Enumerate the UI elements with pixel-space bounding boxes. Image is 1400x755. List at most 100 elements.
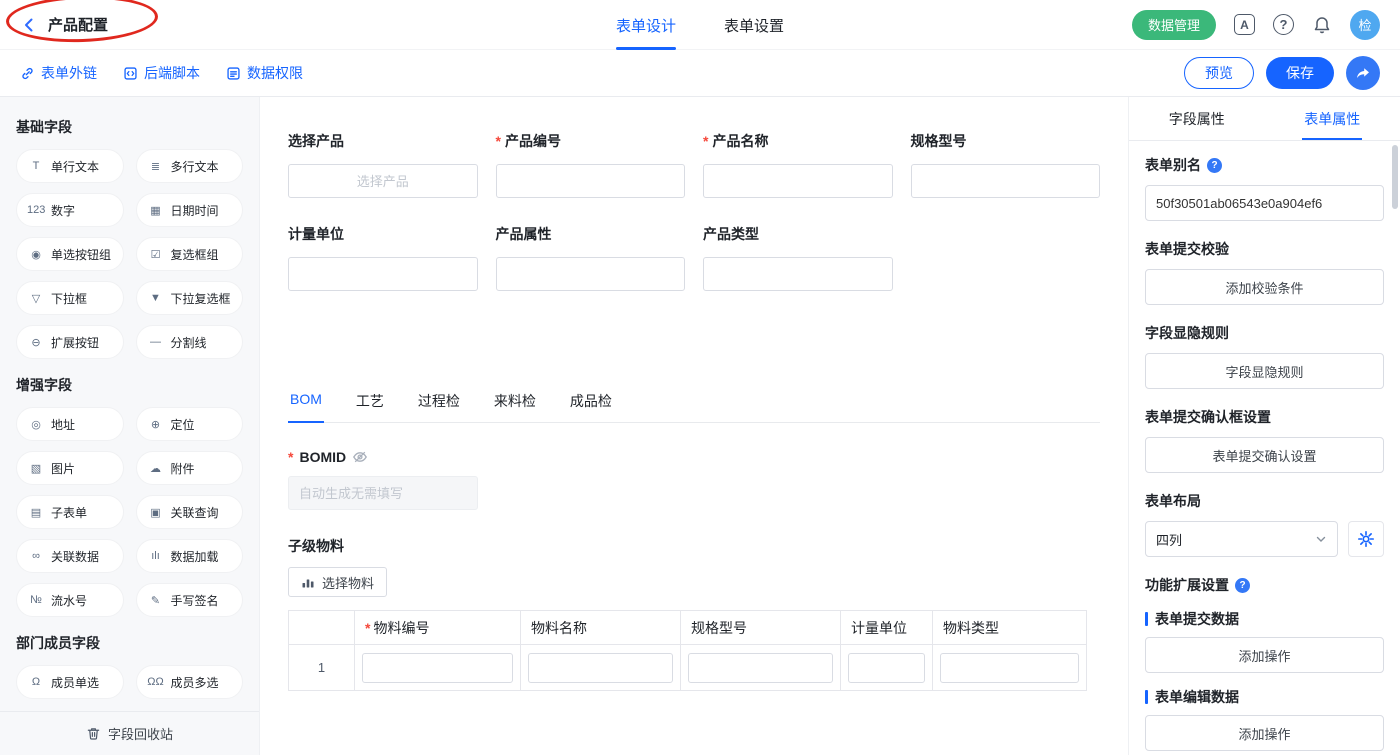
back-chevron-icon[interactable] — [20, 16, 38, 34]
data-permission-label: 数据权限 — [247, 63, 303, 83]
bar-chart-icon — [301, 575, 315, 589]
extension-help-icon[interactable]: ? — [1235, 578, 1250, 593]
unit-input[interactable] — [288, 257, 478, 291]
detail-tabs: BOM 工艺 过程检 来料检 成品检 — [288, 391, 1100, 423]
sidebar-item-address[interactable]: ◎地址 — [16, 407, 124, 441]
share-button[interactable] — [1346, 56, 1380, 90]
product-attribute-input[interactable] — [496, 257, 686, 291]
alias-help-icon[interactable]: ? — [1207, 158, 1222, 173]
tab-form-design[interactable]: 表单设计 — [616, 0, 676, 50]
tab-form-settings[interactable]: 表单设置 — [724, 0, 784, 50]
form-layout-heading: 表单布局 — [1145, 491, 1384, 511]
tab-finished-inspection[interactable]: 成品检 — [568, 391, 614, 422]
divider-icon: — — [147, 336, 165, 348]
accent-bar — [1145, 690, 1148, 704]
subform-icon: ▤ — [27, 506, 45, 519]
form-canvas: 选择产品 *产品编号 *产品名称 规格型号 计量单位 产品属性 — [260, 97, 1128, 755]
select-material-button[interactable]: 选择物料 — [288, 567, 387, 597]
image-icon: ▧ — [27, 462, 45, 475]
language-translate-icon[interactable]: A — [1234, 14, 1255, 35]
share-arrow-icon — [1355, 65, 1371, 81]
sidebar-item-member-single[interactable]: Ω成员单选 — [16, 665, 124, 699]
notification-bell-icon[interactable] — [1312, 15, 1332, 35]
form-alias-input[interactable] — [1145, 185, 1384, 221]
sidebar-item-image[interactable]: ▧图片 — [16, 451, 124, 485]
spec-model-input[interactable] — [911, 164, 1101, 198]
material-name-input[interactable] — [528, 653, 673, 683]
help-icon[interactable]: ? — [1273, 14, 1294, 35]
sidebar-item-location[interactable]: ⊕定位 — [136, 407, 244, 441]
sidebar-item-member-multi[interactable]: ΩΩ成员多选 — [136, 665, 244, 699]
layout-select[interactable]: 四列 — [1145, 521, 1338, 557]
select-product-input[interactable] — [288, 164, 478, 198]
relation-query-icon: ▣ — [147, 506, 165, 519]
relation-data-icon: ∞ — [27, 550, 45, 562]
col-unit: 计量单位 — [841, 611, 933, 645]
sidebar-item-data-load[interactable]: ılı数据加载 — [136, 539, 244, 573]
user-avatar[interactable]: 检 — [1350, 10, 1380, 40]
product-code-input[interactable] — [496, 164, 686, 198]
submit-confirm-heading: 表单提交确认框设置 — [1145, 407, 1384, 427]
tab-bom[interactable]: BOM — [288, 391, 324, 422]
row-index: 1 — [289, 645, 355, 691]
submit-confirm-settings-button[interactable]: 表单提交确认设置 — [1145, 437, 1384, 473]
tab-in-process-inspection[interactable]: 过程检 — [416, 391, 462, 422]
subtable-title: 子级物料 — [288, 536, 1100, 556]
material-spec-input[interactable] — [688, 653, 833, 683]
field-recycle-bin[interactable]: 字段回收站 — [0, 711, 259, 755]
sidebar-item-number[interactable]: 123数字 — [16, 193, 124, 227]
add-action-submit-button[interactable]: 添加操作 — [1145, 637, 1384, 673]
field-label: 产品属性 — [496, 224, 552, 244]
sidebar-item-multi-dropdown[interactable]: ▼下拉复选框 — [136, 281, 244, 315]
product-name-input[interactable] — [703, 164, 893, 198]
field-label: 计量单位 — [288, 224, 344, 244]
save-button[interactable]: 保存 — [1266, 57, 1334, 89]
toolbar-links: 表单外链 后端脚本 数据权限 — [20, 63, 303, 83]
material-type-input[interactable] — [940, 653, 1079, 683]
add-validation-condition-button[interactable]: 添加校验条件 — [1145, 269, 1384, 305]
bomid-input[interactable] — [288, 476, 478, 510]
toolbar-actions: 预览 保存 — [1184, 56, 1380, 90]
material-code-input[interactable] — [362, 653, 513, 683]
trash-icon — [86, 726, 101, 741]
tab-incoming-inspection[interactable]: 来料检 — [492, 391, 538, 422]
sidebar-item-single-line-text[interactable]: T单行文本 — [16, 149, 124, 183]
member-fields-grid: Ω成员单选 ΩΩ成员多选 — [16, 665, 243, 699]
product-type-input[interactable] — [703, 257, 893, 291]
tab-form-properties[interactable]: 表单属性 — [1265, 97, 1400, 140]
radio-icon: ◉ — [27, 248, 45, 261]
sidebar-item-dropdown[interactable]: ▽下拉框 — [16, 281, 124, 315]
material-unit-input[interactable] — [848, 653, 925, 683]
form-field-unit: 计量单位 — [288, 224, 478, 291]
sidebar-item-signature[interactable]: ✎手写签名 — [136, 583, 244, 617]
field-visibility-rules-button[interactable]: 字段显隐规则 — [1145, 353, 1384, 389]
sidebar-item-relation-data[interactable]: ∞关联数据 — [16, 539, 124, 573]
sidebar-item-multi-line-text[interactable]: ≣多行文本 — [136, 149, 244, 183]
topbar-left: 产品配置 — [20, 14, 320, 35]
tab-process[interactable]: 工艺 — [354, 391, 386, 422]
layout-settings-button[interactable] — [1348, 521, 1384, 557]
enhanced-fields-grid: ◎地址 ⊕定位 ▧图片 ☁附件 ▤子表单 ▣关联查询 ∞关联数据 ılı数据加载… — [16, 407, 243, 617]
tab-field-properties[interactable]: 字段属性 — [1129, 97, 1265, 140]
help-question-glyph: ? — [1280, 17, 1288, 32]
checkbox-icon: ☑ — [147, 248, 165, 261]
form-external-link-button[interactable]: 表单外链 — [20, 63, 97, 83]
sidebar-item-radio-group[interactable]: ◉单选按钮组 — [16, 237, 124, 271]
data-management-button[interactable]: 数据管理 — [1132, 10, 1216, 40]
extension-settings-heading: 功能扩展设置 ? — [1145, 575, 1384, 595]
data-permission-button[interactable]: 数据权限 — [226, 63, 303, 83]
col-material-type: 物料类型 — [933, 611, 1087, 645]
sidebar-item-relation-query[interactable]: ▣关联查询 — [136, 495, 244, 529]
link-icon — [20, 66, 35, 81]
add-action-edit-button[interactable]: 添加操作 — [1145, 715, 1384, 751]
sidebar-item-serial-number[interactable]: №流水号 — [16, 583, 124, 617]
panel-scrollbar[interactable] — [1392, 145, 1398, 209]
sidebar-item-extend-button[interactable]: ⊖扩展按钮 — [16, 325, 124, 359]
sidebar-item-checkbox-group[interactable]: ☑复选框组 — [136, 237, 244, 271]
backend-script-button[interactable]: 后端脚本 — [123, 63, 200, 83]
preview-button[interactable]: 预览 — [1184, 57, 1254, 89]
sidebar-item-datetime[interactable]: ▦日期时间 — [136, 193, 244, 227]
sidebar-item-subform[interactable]: ▤子表单 — [16, 495, 124, 529]
sidebar-item-divider[interactable]: —分割线 — [136, 325, 244, 359]
sidebar-item-attachment[interactable]: ☁附件 — [136, 451, 244, 485]
